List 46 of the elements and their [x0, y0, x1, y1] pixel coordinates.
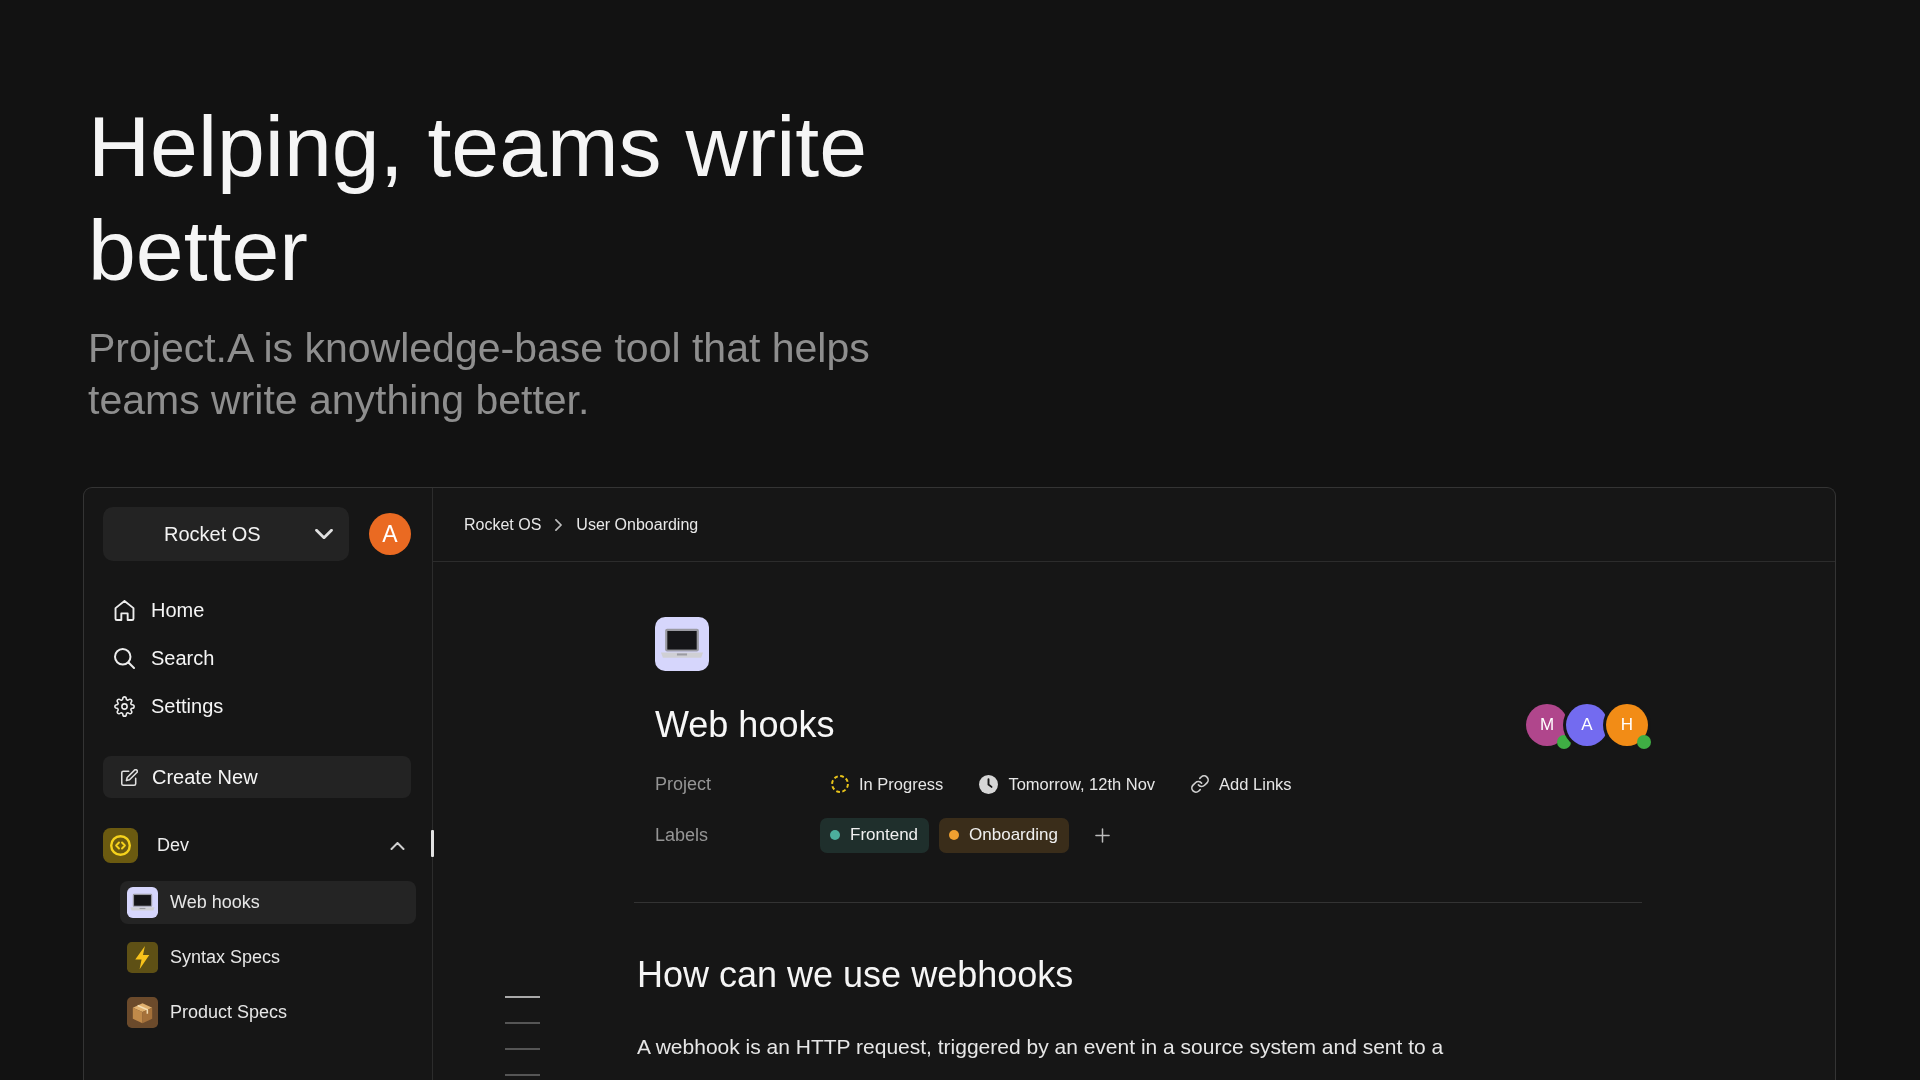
chevron-right-icon: [555, 518, 563, 531]
status-button[interactable]: In Progress: [820, 768, 955, 800]
collaborator-avatar: A: [1566, 704, 1608, 746]
pencil-icon: [121, 768, 138, 786]
collaborator-avatar: M: [1526, 704, 1568, 746]
hero-subtitle: Project.A is knowledge-base tool that helps teams write anything better.: [88, 324, 871, 425]
clock-icon: [979, 774, 999, 794]
create-new-button[interactable]: Create New: [103, 756, 411, 798]
laptop-icon: [655, 617, 709, 671]
collaborator-avatar: H: [1606, 704, 1648, 746]
code-icon: [103, 828, 138, 863]
sidebar-item[interactable]: Product Specs: [120, 991, 416, 1034]
dashed-circle-icon: [831, 775, 849, 793]
workspace-selector[interactable]: Rocket OS: [103, 507, 349, 561]
property-label: Project: [655, 773, 713, 795]
document-title: Web hooks: [655, 703, 835, 747]
plus-icon: [1094, 827, 1110, 843]
breadcrumb-link[interactable]: User Onboarding: [576, 515, 699, 534]
body-paragraph: A webhook is an HTTP request, triggered by an event in a source system and sent to a: [637, 1034, 1445, 1060]
link-icon: [1191, 775, 1210, 793]
label-tag[interactable]: Onboarding: [939, 817, 1069, 853]
home-icon: [114, 599, 135, 621]
search-icon: [114, 647, 135, 669]
section-heading: How can we use webhooks: [637, 953, 1075, 997]
label-tag[interactable]: Frontend: [820, 817, 930, 853]
settings-icon: [114, 695, 135, 717]
nav-item[interactable]: Home: [103, 586, 412, 634]
nav-item[interactable]: Search: [103, 634, 412, 682]
outline-marker[interactable]: [505, 1074, 540, 1076]
breadcrumb-link[interactable]: Rocket OS: [464, 515, 542, 534]
lightning-icon: [127, 942, 158, 973]
sidebar-item[interactable]: Web hooks: [120, 881, 416, 924]
outline-marker[interactable]: [505, 1048, 540, 1050]
outline-marker[interactable]: [505, 996, 540, 998]
property-label: Labels: [655, 824, 710, 846]
add-links-button[interactable]: Add Links: [1180, 768, 1303, 800]
due-date-button[interactable]: Tomorrow, 12th Nov: [968, 768, 1167, 800]
package-icon: [127, 997, 158, 1028]
caret-icon: [315, 529, 333, 539]
outline-marker[interactable]: [505, 1022, 540, 1024]
sidebar-item[interactable]: Syntax Specs: [120, 936, 416, 979]
hero-title: Helping, teams write better: [88, 97, 869, 300]
section-header[interactable]: Dev: [103, 828, 405, 863]
nav-item[interactable]: Settings: [103, 682, 412, 730]
laptop-icon: [127, 887, 158, 918]
scrollbar-thumb[interactable]: [431, 830, 434, 857]
